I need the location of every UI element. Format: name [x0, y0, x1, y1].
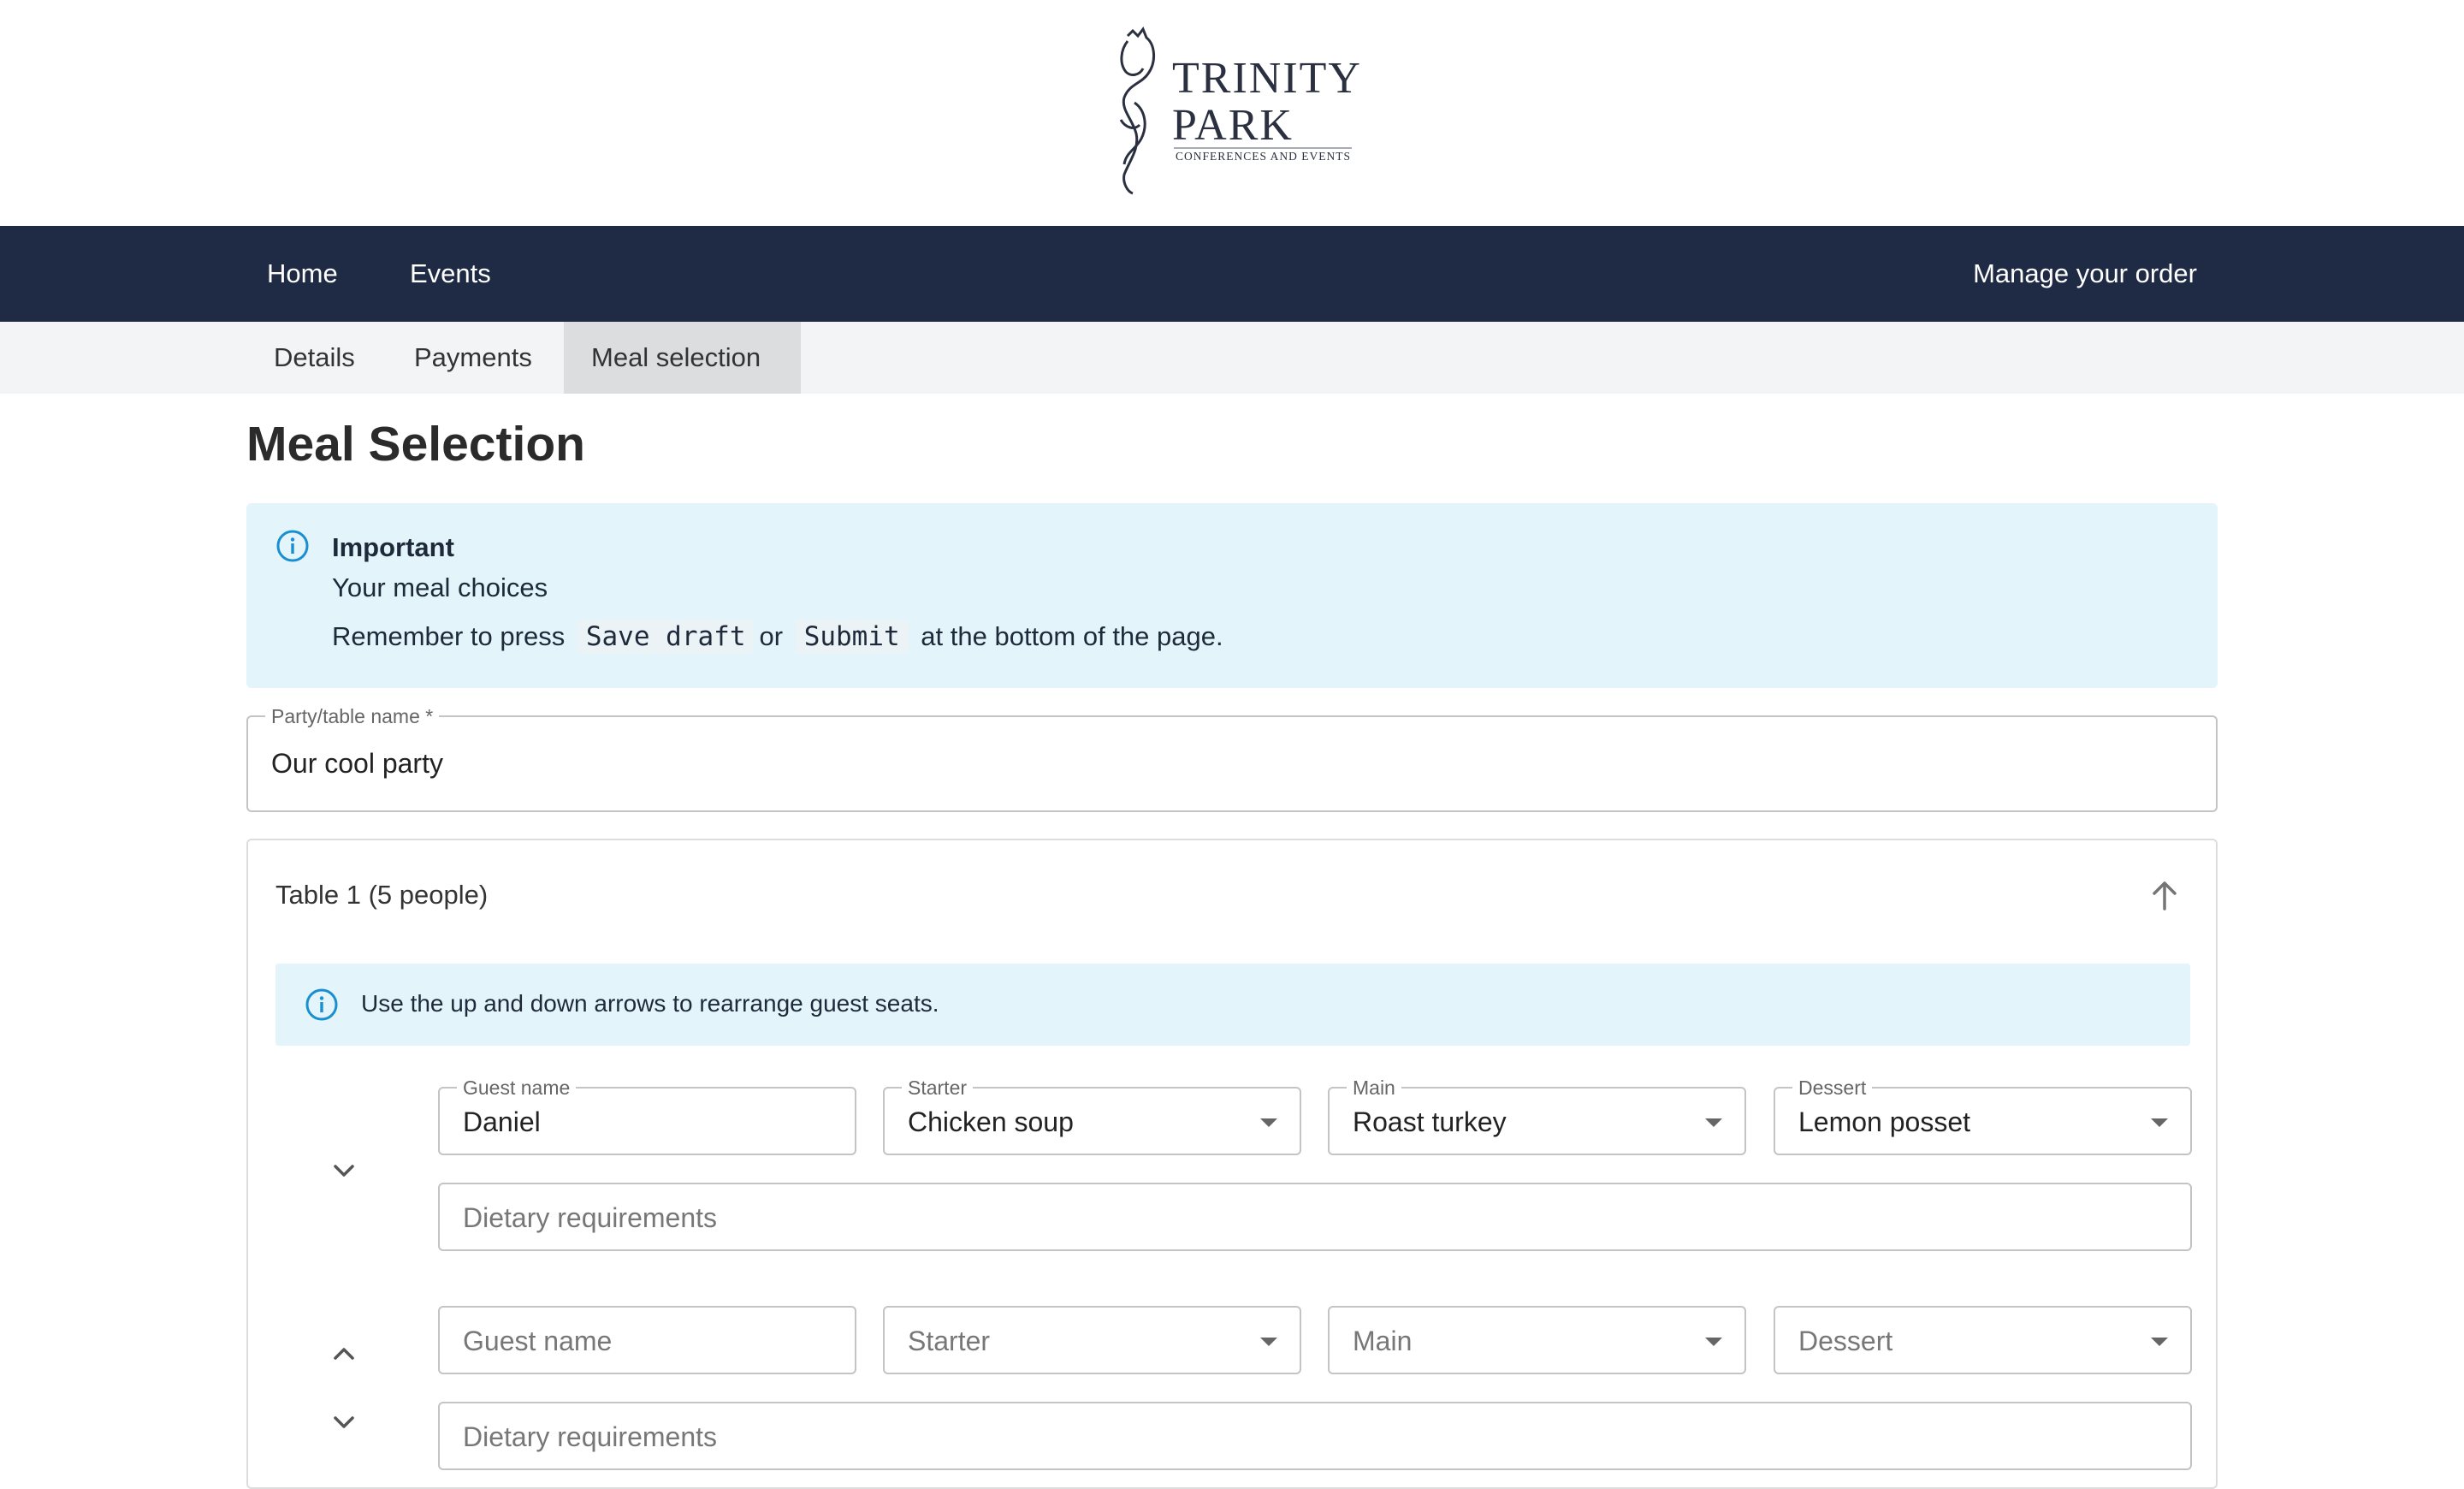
dropdown-caret-icon [1260, 1338, 1277, 1346]
party-name-label: Party/table name * [265, 705, 440, 727]
main-value: Roast turkey [1353, 1106, 1507, 1137]
tab-payments[interactable]: Payments [387, 322, 560, 394]
dessert-select[interactable]: Dessert [1774, 1306, 2192, 1374]
horse-logo-icon [1119, 26, 1155, 195]
starter-select[interactable]: Starter Chicken soup [883, 1077, 1301, 1155]
table-title: Table 1 (5 people) [275, 880, 489, 910]
guest-name-input[interactable]: Guest name [438, 1306, 856, 1374]
guest-name-value: Daniel [463, 1106, 541, 1137]
submit-code: Submit [795, 620, 909, 654]
info-icon [305, 988, 339, 1022]
dropdown-caret-icon [1705, 1338, 1722, 1346]
move-down-chevron-icon[interactable] [327, 1405, 361, 1439]
party-name-value: Our cool party [271, 748, 443, 779]
main-label: Main [1347, 1077, 1401, 1099]
rearrange-info-text: Use the up and down arrows to rearrange … [361, 990, 939, 1017]
brand-tagline: CONFERENCES AND EVENTS [1176, 150, 1351, 163]
primary-nav: Home Events Manage your order [0, 226, 2464, 322]
reminder-prefix: Remember to press [332, 621, 566, 651]
tab-meal-selection[interactable]: Meal selection [564, 322, 801, 394]
dropdown-caret-icon [1705, 1118, 1722, 1127]
dropdown-caret-icon [2151, 1118, 2168, 1127]
dessert-value: Lemon posset [1798, 1106, 1971, 1137]
order-tabs: Details Payments Meal selection [0, 322, 2464, 394]
page-title: Meal Selection [246, 417, 585, 472]
dietary-requirements-input[interactable]: Dietary requirements [438, 1183, 2192, 1251]
trinity-park-logo[interactable]: TRINITY PARK CONFERENCES AND EVENTS [1104, 24, 1360, 200]
save-draft-code: Save draft [577, 620, 755, 654]
main-placeholder: Main [1353, 1326, 1413, 1356]
logo-header: TRINITY PARK CONFERENCES AND EVENTS [0, 0, 2464, 226]
party-name-field[interactable]: Party/table name * Our cool party [246, 705, 2218, 812]
brand-line2: PARK [1172, 101, 1294, 150]
guest-name-input[interactable]: Guest name Daniel [438, 1077, 856, 1155]
important-alert: Important Your meal choices Remember to … [246, 503, 2218, 688]
starter-value: Chicken soup [908, 1106, 1074, 1137]
dietary-placeholder: Dietary requirements [463, 1421, 717, 1452]
info-icon [275, 529, 310, 563]
reminder-or: or [759, 621, 784, 651]
dessert-placeholder: Dessert [1798, 1326, 1893, 1356]
dropdown-caret-icon [2151, 1338, 2168, 1346]
nav-manage-order-link[interactable]: Manage your order [1973, 226, 2197, 322]
rearrange-info-alert: Use the up and down arrows to rearrange … [275, 964, 2190, 1046]
starter-select[interactable]: Starter [883, 1306, 1301, 1374]
main-select[interactable]: Main Roast turkey [1328, 1077, 1746, 1155]
move-down-chevron-icon[interactable] [327, 1154, 361, 1188]
main-select[interactable]: Main [1328, 1306, 1746, 1374]
guest-name-label: Guest name [457, 1077, 577, 1099]
reminder-suffix: at the bottom of the page. [921, 621, 1223, 651]
starter-label: Starter [902, 1077, 974, 1099]
alert-title: Important [332, 532, 454, 562]
starter-placeholder: Starter [908, 1326, 991, 1356]
dessert-label: Dessert [1792, 1077, 1873, 1099]
guest-name-placeholder: Guest name [463, 1326, 613, 1356]
dietary-requirements-input[interactable]: Dietary requirements [438, 1402, 2192, 1470]
dropdown-caret-icon [1260, 1118, 1277, 1127]
nav-events-link[interactable]: Events [410, 226, 491, 322]
nav-home-link[interactable]: Home [267, 226, 338, 322]
move-up-chevron-icon[interactable] [327, 1337, 361, 1371]
alert-reminder: Remember to press Save draft or Submit at… [332, 620, 1223, 654]
table-card: Table 1 (5 people) Use the up and down a… [246, 839, 2218, 1489]
collapse-arrow-up-icon[interactable] [2144, 875, 2185, 916]
brand-line1: TRINITY [1172, 54, 1360, 103]
dessert-select[interactable]: Dessert Lemon posset [1774, 1077, 2192, 1155]
dietary-placeholder: Dietary requirements [463, 1202, 717, 1233]
tab-details[interactable]: Details [246, 322, 382, 394]
alert-subtitle: Your meal choices [332, 572, 548, 602]
